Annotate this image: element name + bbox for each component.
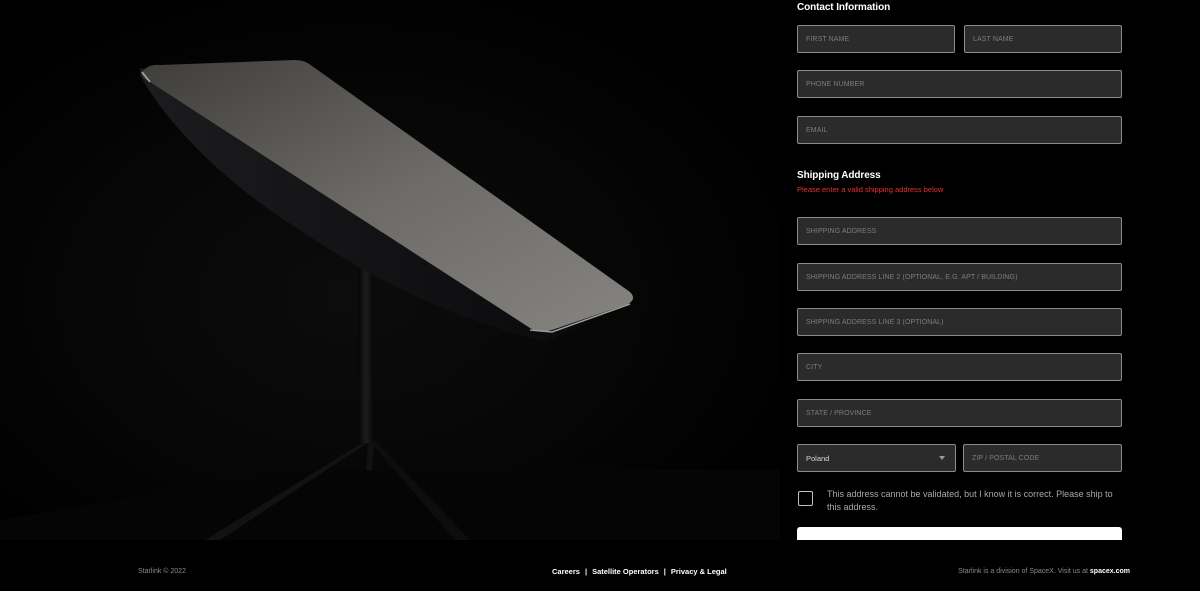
submit-button[interactable] <box>797 527 1122 540</box>
footer-spacex-link[interactable]: spacex.com <box>1090 568 1130 575</box>
footer-copyright: Starlink © 2022 <box>138 568 186 575</box>
footer: Starlink © 2022 Careers | Satellite Operat… <box>0 540 1200 591</box>
footer-division-note: Starlink is a division of SpaceX. Visit … <box>958 568 1130 575</box>
footer-link-privacy-legal[interactable]: Privacy & Legal <box>671 567 727 576</box>
contact-information-title: Contact Information <box>797 2 891 13</box>
footer-separator: | <box>663 567 666 576</box>
first-name-input[interactable] <box>797 25 955 53</box>
city-input[interactable] <box>797 353 1122 381</box>
phone-number-input[interactable] <box>797 70 1122 98</box>
shipping-address-title: Shipping Address <box>797 170 881 181</box>
hero-product-image <box>0 0 780 540</box>
chevron-down-icon <box>939 456 945 460</box>
email-input[interactable] <box>797 116 1122 144</box>
shipping-address-input[interactable] <box>797 217 1122 245</box>
country-select[interactable]: Poland <box>797 444 956 472</box>
footer-separator: | <box>584 567 588 576</box>
shipping-address-error: Please enter a valid shipping address be… <box>797 185 944 194</box>
footer-links: Careers | Satellite Operators | Privacy & Le… <box>552 567 727 576</box>
order-form: Contact Information Shipping Address Ple… <box>797 0 1123 540</box>
starlink-dish-illustration <box>0 60 780 540</box>
address-confirm-label: This address cannot be validated, but I … <box>827 489 1113 512</box>
shipping-address-line3-input[interactable] <box>797 308 1122 336</box>
address-confirm-checkbox[interactable] <box>798 491 813 506</box>
country-select-value: Poland <box>806 453 830 463</box>
state-province-input[interactable] <box>797 399 1122 427</box>
footer-link-careers[interactable]: Careers <box>552 567 580 576</box>
last-name-input[interactable] <box>964 25 1122 53</box>
footer-link-satellite-operators[interactable]: Satellite Operators <box>592 567 659 576</box>
zip-postal-code-input[interactable] <box>963 444 1122 472</box>
footer-division-text: Starlink is a division of SpaceX. Visit … <box>958 568 1088 575</box>
shipping-address-line2-input[interactable] <box>797 263 1122 291</box>
